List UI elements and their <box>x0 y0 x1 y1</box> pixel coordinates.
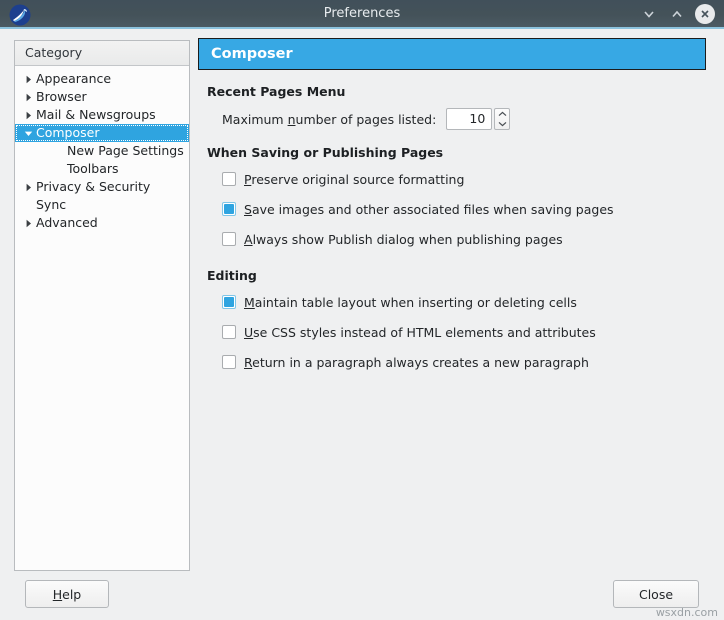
checkbox-unchecked-icon[interactable] <box>222 355 236 369</box>
twisty-collapsed-icon[interactable] <box>22 219 35 228</box>
sidebar-item-label: Advanced <box>35 214 98 232</box>
sidebar-item-label: Composer <box>35 124 99 142</box>
group-title-editing: Editing <box>198 268 706 283</box>
preferences-content-pane: Composer Recent Pages Menu Maximum numbe… <box>198 38 706 377</box>
sidebar-item-label: Browser <box>35 88 87 106</box>
checkbox-label: Save images and other associated files w… <box>244 202 614 217</box>
checkbox-unchecked-icon[interactable] <box>222 325 236 339</box>
checkbox-label: Always show Publish dialog when publishi… <box>244 232 563 247</box>
checkbox-row-save-images-and-other[interactable]: Save images and other associated files w… <box>222 194 706 224</box>
sidebar-item-browser[interactable]: Browser <box>15 88 189 106</box>
watermark: wsxdn.com <box>656 606 718 619</box>
group-body-when-saving-or-publishing-pages: Preserve original source formatting Save … <box>198 160 706 254</box>
access-key: U <box>244 325 253 340</box>
checkbox-row-use-css-styles-instead[interactable]: Use CSS styles instead of HTML elements … <box>222 317 706 347</box>
access-key: M <box>244 295 255 310</box>
checkbox-row-preserve-original-source-formatting[interactable]: Preserve original source formatting <box>222 164 706 194</box>
label-text-post: eturn in a paragraph always creates a ne… <box>252 355 589 370</box>
window-title: Preferences <box>0 0 724 27</box>
sidebar-item-advanced[interactable]: Advanced <box>15 214 189 232</box>
category-tree-body[interactable]: AppearanceBrowserMail & NewsgroupsCompos… <box>15 66 189 232</box>
sidebar-item-sync[interactable]: Sync <box>15 196 189 214</box>
group-title-recent-pages-menu: Recent Pages Menu <box>198 84 706 99</box>
twisty-collapsed-icon[interactable] <box>22 111 35 120</box>
sidebar-item-label: New Page Settings <box>66 142 184 160</box>
twisty-expanded-icon[interactable] <box>22 129 35 138</box>
twisty-collapsed-icon[interactable] <box>22 183 35 192</box>
checkbox-checked-icon[interactable] <box>222 202 236 216</box>
maximize-button[interactable] <box>664 1 690 27</box>
checkbox-label: Maintain table layout when inserting or … <box>244 295 577 310</box>
twisty-collapsed-icon[interactable] <box>22 75 35 84</box>
help-button[interactable]: Help <box>25 580 109 608</box>
max-pages-spin-buttons[interactable] <box>494 108 510 130</box>
sidebar-item-label: Privacy & Security <box>35 178 150 196</box>
category-tree-panel[interactable]: Category AppearanceBrowserMail & Newsgro… <box>14 40 190 571</box>
max-pages-stepper[interactable] <box>446 108 510 130</box>
max-pages-row: Maximum number of pages listed: <box>222 107 706 131</box>
sidebar-item-composer[interactable]: Composer <box>15 124 189 142</box>
label-text-post: lways show Publish dialog when publishin… <box>253 232 563 247</box>
group-recent-pages-menu: Recent Pages Menu Maximum number of page… <box>198 84 706 131</box>
label-text-post: reserve original source formatting <box>251 172 464 187</box>
access-key: S <box>244 202 252 217</box>
label-text-post: ave images and other associated files wh… <box>252 202 614 217</box>
window-controls <box>636 0 718 27</box>
checkbox-unchecked-icon[interactable] <box>222 172 236 186</box>
max-pages-label: Maximum number of pages listed: <box>222 112 436 127</box>
checkbox-label: Preserve original source formatting <box>244 172 464 187</box>
spin-up-icon[interactable] <box>498 111 507 117</box>
label-text-post: se CSS styles instead of HTML elements a… <box>253 325 596 340</box>
access-key: R <box>244 355 252 370</box>
checkbox-row-maintain-table-layout-when[interactable]: Maintain table layout when inserting or … <box>222 287 706 317</box>
sidebar-item-privacy-security[interactable]: Privacy & Security <box>15 178 189 196</box>
label-text-post: aintain table layout when inserting or d… <box>255 295 577 310</box>
checkbox-row-always-show-publish-dialog[interactable]: Always show Publish dialog when publishi… <box>222 224 706 254</box>
group-editing: Editing Maintain table layout when inser… <box>198 268 706 377</box>
sidebar-item-mail-newsgroups[interactable]: Mail & Newsgroups <box>15 106 189 124</box>
access-key: A <box>244 232 253 247</box>
close-circle-icon <box>695 4 715 24</box>
sidebar-item-label: Toolbars <box>66 160 119 178</box>
max-pages-input[interactable] <box>446 108 492 130</box>
sidebar-item-label: Mail & Newsgroups <box>35 106 156 124</box>
sidebar-item-label: Sync <box>35 196 66 214</box>
minimize-button[interactable] <box>636 1 662 27</box>
spin-down-icon[interactable] <box>498 121 507 127</box>
checkbox-row-return-in-a-paragraph[interactable]: Return in a paragraph always creates a n… <box>222 347 706 377</box>
twisty-collapsed-icon[interactable] <box>22 93 35 102</box>
group-when-saving-or-publishing-pages: When Saving or Publishing Pages Preserve… <box>198 145 706 254</box>
checkbox-label: Return in a paragraph always creates a n… <box>244 355 589 370</box>
page-title: Composer <box>198 38 706 70</box>
sidebar-item-toolbars[interactable]: Toolbars <box>15 160 189 178</box>
close-dialog-button[interactable]: Close <box>613 580 699 608</box>
checkbox-label: Use CSS styles instead of HTML elements … <box>244 325 596 340</box>
category-column-header: Category <box>15 41 189 66</box>
group-body-editing: Maintain table layout when inserting or … <box>198 283 706 377</box>
window-titlebar: Preferences <box>0 0 724 29</box>
group-title-when-saving-or-publishing-pages: When Saving or Publishing Pages <box>198 145 706 160</box>
checkbox-checked-icon[interactable] <box>222 295 236 309</box>
checkbox-unchecked-icon[interactable] <box>222 232 236 246</box>
sidebar-item-appearance[interactable]: Appearance <box>15 70 189 88</box>
sidebar-item-new-page-settings[interactable]: New Page Settings <box>15 142 189 160</box>
close-button[interactable] <box>692 1 718 27</box>
sidebar-item-label: Appearance <box>35 70 111 88</box>
